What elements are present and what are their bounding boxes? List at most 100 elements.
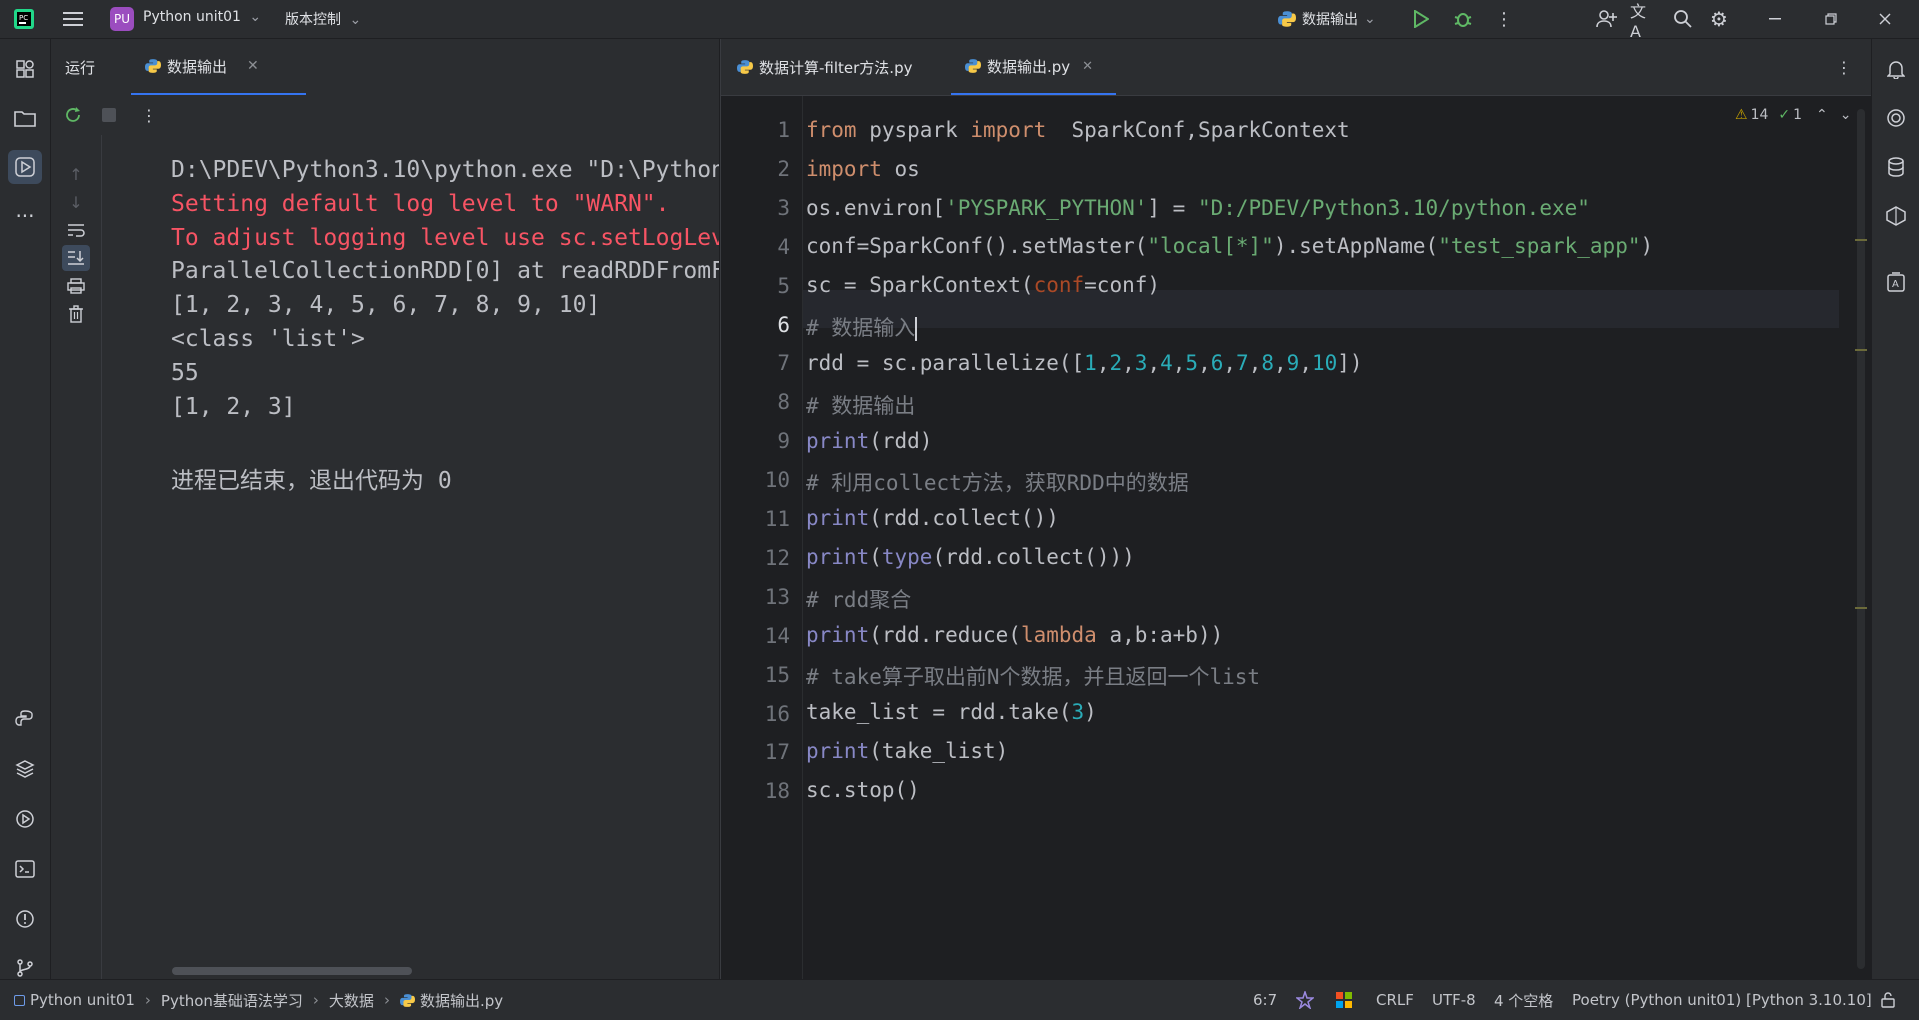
- sciview-icon[interactable]: [1879, 199, 1913, 233]
- caret-position[interactable]: 6:7: [1253, 980, 1277, 1020]
- print-icon[interactable]: [64, 275, 88, 297]
- more-actions-icon[interactable]: ⋮: [1492, 7, 1516, 31]
- breadcrumb-item[interactable]: 大数据: [329, 990, 374, 1011]
- scroll-marker: [1855, 607, 1867, 609]
- file-encoding[interactable]: UTF-8: [1432, 980, 1476, 1020]
- console-line: [1, 2, 3]: [171, 393, 296, 420]
- scroll-to-end-icon[interactable]: [62, 245, 90, 271]
- ai-chat-icon[interactable]: A: [1879, 265, 1913, 299]
- tab-options-icon[interactable]: ⋮: [1833, 55, 1855, 79]
- python-file-icon: [737, 60, 753, 74]
- project-name-dropdown[interactable]: Python unit01 ⌄: [143, 9, 261, 25]
- scroll-down-icon[interactable]: ↓: [64, 191, 88, 213]
- code-line: conf=SparkConf().setMaster("local[*]").s…: [806, 234, 1654, 258]
- vcs-menu-dropdown[interactable]: 版本控制 ⌄: [285, 9, 361, 29]
- python-file-icon: [399, 993, 415, 1007]
- scroll-marker: [1855, 239, 1867, 241]
- console-line: 55: [171, 359, 199, 386]
- more-tools-icon[interactable]: ···: [8, 199, 42, 233]
- run-panel-tabs: 运行 数据输出 ✕: [51, 39, 719, 95]
- run-tool-title: 运行: [65, 59, 96, 77]
- code-line: print(type(rdd.collect())): [806, 545, 1135, 569]
- code-line: # rdd聚合: [806, 588, 912, 612]
- search-icon[interactable]: [1670, 7, 1696, 31]
- breadcrumb-item[interactable]: Python unit01: [30, 991, 135, 1009]
- code-line: import os: [806, 157, 920, 181]
- rerun-icon[interactable]: [61, 103, 85, 127]
- pycharm-logo-icon[interactable]: PC: [12, 7, 36, 31]
- code-line: sc.stop(): [806, 778, 920, 802]
- code-line: rdd = sc.parallelize([1,2,3,4,5,6,7,8,9,…: [806, 351, 1363, 375]
- windows-icon[interactable]: [1336, 980, 1352, 1020]
- tab-run-config[interactable]: 数据输出 ✕: [131, 39, 306, 95]
- project-name-label: Python unit01: [143, 9, 241, 25]
- chevron-right-icon: ›: [144, 991, 151, 1009]
- vcs-menu-label: 版本控制: [285, 12, 341, 28]
- tab-label: 数据计算-filter方法.py: [759, 58, 913, 77]
- console-line: [1, 2, 3, 4, 5, 6, 7, 8, 9, 10]: [171, 292, 601, 319]
- run-config-dropdown[interactable]: 数据输出 ⌄: [1278, 9, 1376, 29]
- console-line: Setting default log level to "WARN".: [171, 190, 670, 217]
- project-badge[interactable]: PU: [110, 7, 134, 31]
- code-line: os.environ['PYSPARK_PYTHON'] = "D:/PDEV/…: [806, 196, 1590, 220]
- scroll-marker: [1855, 349, 1867, 351]
- add-user-icon[interactable]: [1594, 7, 1620, 31]
- run-config-tab-label: 数据输出: [167, 57, 228, 76]
- console-line: To adjust logging level use sc.setLogLev: [171, 224, 719, 251]
- horizontal-scrollbar[interactable]: [172, 967, 412, 975]
- breadcrumb-item[interactable]: Python基础语法学习: [161, 990, 303, 1011]
- run-toolbar: ⋮: [51, 95, 719, 135]
- run-side-toolbar: ↑ ↓: [51, 135, 102, 979]
- code-line: sc = SparkContext(conf=conf): [806, 273, 1161, 297]
- chevron-right-icon: ›: [312, 991, 319, 1009]
- terminal-icon[interactable]: [8, 852, 42, 886]
- module-icon: [14, 994, 25, 1006]
- ai-assistant-icon[interactable]: [1879, 101, 1913, 135]
- translate-icon[interactable]: 文A: [1630, 2, 1656, 41]
- console-line: 进程已结束，退出代码为 0: [171, 468, 452, 495]
- breadcrumb: Python unit01 › Python基础语法学习 › 大数据 › 数据输…: [14, 980, 503, 1020]
- main-menu-icon[interactable]: [60, 7, 86, 31]
- tab-output-file[interactable]: 数据输出.py ✕: [951, 39, 1116, 95]
- close-tab-icon[interactable]: ✕: [1082, 59, 1093, 74]
- restore-icon[interactable]: [1816, 7, 1846, 31]
- run-tool-icon[interactable]: [8, 150, 42, 184]
- more-options-icon[interactable]: ⋮: [139, 103, 159, 127]
- interpreter-selector[interactable]: Poetry (Python unit01) [Python 3.10.10]: [1572, 980, 1872, 1020]
- notifications-bell-icon[interactable]: [1879, 52, 1913, 86]
- svg-text:A: A: [1892, 279, 1899, 290]
- editor-area: 数据计算-filter方法.py 数据输出.py ✕ ⋮ ⚠ 14 ✓ 1 ⌃ …: [720, 39, 1871, 979]
- clear-all-trash-icon[interactable]: [64, 303, 88, 325]
- close-window-icon[interactable]: [1870, 7, 1900, 31]
- chevron-down-icon: ⌄: [1364, 11, 1376, 27]
- problems-icon[interactable]: [8, 902, 42, 936]
- scroll-up-icon[interactable]: ↑: [64, 163, 88, 185]
- indent-setting[interactable]: 4 个空格: [1494, 980, 1553, 1020]
- soft-wrap-icon[interactable]: [64, 219, 88, 241]
- vertical-scrollbar[interactable]: [1857, 109, 1865, 969]
- code-line: # take算子取出前N个数据，并且返回一个list: [806, 665, 1261, 689]
- chevron-down-icon: ⌄: [249, 9, 262, 25]
- layers-icon[interactable]: [8, 752, 42, 786]
- console-output[interactable]: D:\PDEV\Python3.10\python.exe "D:\Python…: [102, 135, 719, 979]
- run-icon[interactable]: [1408, 7, 1434, 31]
- tab-filter-file[interactable]: 数据计算-filter方法.py: [721, 39, 949, 95]
- debug-icon[interactable]: [1450, 7, 1476, 31]
- code-area[interactable]: from pyspark import SparkConf,SparkConte…: [721, 96, 1851, 979]
- stop-icon[interactable]: [97, 103, 121, 127]
- lock-icon[interactable]: [1880, 980, 1896, 1020]
- code-line: print(take_list): [806, 739, 1009, 763]
- services-icon[interactable]: [8, 802, 42, 836]
- python-file-icon: [1278, 11, 1296, 27]
- close-tab-icon[interactable]: ✕: [247, 58, 259, 74]
- plugin-status-icon[interactable]: [1296, 980, 1314, 1020]
- breadcrumb-item[interactable]: 数据输出.py: [420, 990, 503, 1011]
- status-bar: Python unit01 › Python基础语法学习 › 大数据 › 数据输…: [0, 979, 1919, 1020]
- python-console-icon[interactable]: [8, 702, 42, 736]
- minimize-icon[interactable]: [1760, 7, 1790, 31]
- settings-gear-icon[interactable]: ⚙: [1706, 7, 1732, 31]
- structure-icon[interactable]: [8, 52, 42, 86]
- line-separator[interactable]: CRLF: [1376, 980, 1414, 1020]
- project-folder-icon[interactable]: [8, 101, 42, 135]
- database-icon[interactable]: [1879, 150, 1913, 184]
